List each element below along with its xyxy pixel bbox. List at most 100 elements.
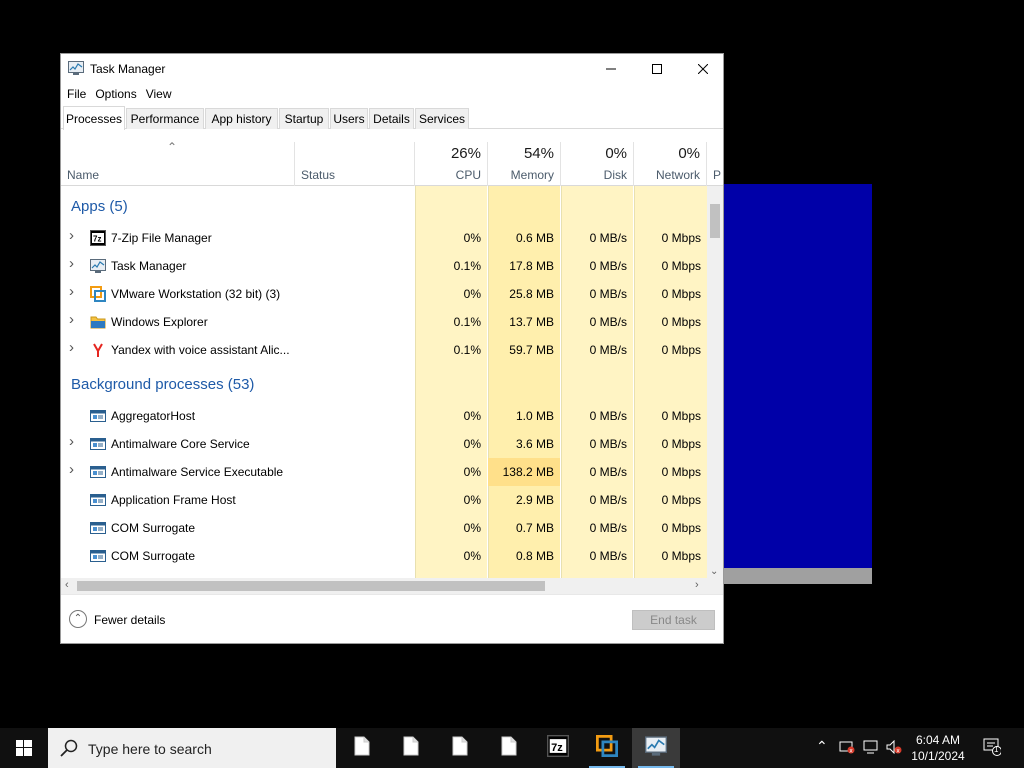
vertical-scroll-thumb[interactable] [710,204,720,238]
process-row[interactable]: › 7z 7-Zip File Manager 0% 0.6 MB 0 MB/s 0 Mbp… [61,224,707,252]
column-name[interactable]: Name [67,168,99,182]
process-row[interactable]: COM Surrogate 0% 0.7 MB 0 MB/s 0 Mbps [61,514,707,542]
chevron-right-icon[interactable]: › [69,227,74,244]
notification-button[interactable]: 1 [983,738,1002,759]
column-divider[interactable] [294,142,295,186]
scroll-down-icon[interactable]: ⌄ [710,566,718,577]
taskbar-app-7zip-icon[interactable]: 7z [534,728,582,768]
chevron-up-icon[interactable]: ⌃ [69,610,87,628]
network-percent[interactable]: 0% [640,145,700,162]
menu-bar: File Options View [61,84,181,104]
start-button[interactable] [0,728,48,768]
chevron-up-icon[interactable]: ⌃ [816,738,828,755]
process-name: Yandex with voice assistant Alic... [111,343,290,357]
chevron-right-icon[interactable]: › [69,283,74,300]
process-row[interactable]: › Windows Explorer 0.1% 13.7 MB 0 MB/s 0 Mbps [61,308,707,336]
column-status[interactable]: Status [301,168,335,182]
taskbar-app-vmware-icon[interactable] [583,728,631,768]
menu-options[interactable]: Options [95,84,141,104]
clock-date: 10/1/2024 [911,749,965,763]
volume-muted-icon[interactable]: x [886,740,902,754]
column-divider[interactable] [560,142,561,186]
close-button[interactable] [680,54,726,84]
service-icon [90,548,106,564]
scroll-right-icon[interactable]: › [695,579,699,591]
tab-users[interactable]: Users [330,108,368,129]
tab-details[interactable]: Details [369,108,414,129]
sort-up-icon[interactable]: ⌃ [167,140,177,154]
device-icon[interactable] [863,740,879,754]
menu-file[interactable]: File [67,84,91,104]
memory-percent[interactable]: 54% [494,145,554,162]
tab-app-history[interactable]: App history [205,108,278,129]
menu-view[interactable]: View [146,84,177,104]
process-name: COM Surrogate [111,549,196,563]
disk-cell: 0 MB/s [589,231,627,245]
process-name: Task Manager [111,259,187,273]
process-row[interactable]: › Antimalware Service Executable 0% 138.2 M… [61,458,707,486]
process-row[interactable]: › VMware Workstation (32 bit) (3) 0% 25.8 M… [61,280,707,308]
title-bar[interactable]: Task Manager [61,54,723,84]
column-memory[interactable]: Memory [494,168,554,182]
cpu-percent[interactable]: 26% [421,145,481,162]
tab-startup[interactable]: Startup [279,108,329,129]
network-cell: 0 Mbps [661,437,701,451]
column-divider[interactable] [414,142,415,186]
disk-cell: 0 MB/s [589,437,627,451]
minimize-button[interactable] [588,54,634,84]
process-row[interactable]: COM Surrogate 0% 0.8 MB 0 MB/s 0 Mbps [61,542,707,570]
taskbar-search[interactable]: Type here to search [48,728,336,768]
column-disk[interactable]: Disk [567,168,627,182]
chevron-right-icon[interactable]: › [69,255,74,272]
column-header: ⌃ Name Status 26% CPU 54% Memory 0% Disk… [61,140,723,186]
clock[interactable]: 6:04 AM 10/1/2024 [906,732,970,764]
end-task-button[interactable]: End task [632,610,715,630]
taskbar-app-task-manager-icon[interactable] [632,728,680,768]
vertical-scrollbar[interactable]: ⌄ [707,186,723,578]
fewer-details-link[interactable]: Fewer details [94,613,165,627]
chevron-right-icon[interactable]: › [69,339,74,356]
tab-bar: Processes Performance App history Startu… [61,106,723,130]
disk-percent[interactable]: 0% [567,145,627,162]
tab-processes[interactable]: Processes [63,106,125,130]
background-window[interactable] [724,184,872,584]
process-row[interactable]: › Yandex with voice assistant Alic... 0.1%… [61,336,707,364]
column-power-partial[interactable]: P [713,168,723,182]
cpu-cell: 0% [463,465,481,479]
7zip-icon: 7z [90,230,106,246]
svg-text:x: x [896,748,900,755]
memory-cell: 0.8 MB [515,549,554,563]
scroll-left-icon[interactable]: ‹ [65,579,69,591]
svg-text:x: x [849,748,853,755]
memory-cell: 0.6 MB [515,231,554,245]
chevron-right-icon[interactable]: › [69,311,74,328]
column-network[interactable]: Network [640,168,700,182]
process-name: Application Frame Host [111,493,236,507]
network-error-icon[interactable]: x [839,740,855,754]
process-list: Apps (5) › 7z 7-Zip File Manager 0% 0.6 MB 0 M… [61,186,707,578]
column-divider[interactable] [487,142,488,186]
taskbar-app-file-icon[interactable] [338,728,386,768]
svg-text:7z: 7z [551,741,563,753]
maximize-button[interactable] [634,54,680,84]
chevron-right-icon[interactable]: › [69,433,74,450]
tab-performance[interactable]: Performance [126,108,204,129]
yandex-icon [90,342,106,358]
process-row[interactable]: › Antimalware Core Service 0% 3.6 MB 0 MB/s 0… [61,430,707,458]
horizontal-scroll-thumb[interactable] [77,581,545,591]
taskbar-app-file-icon[interactable] [436,728,484,768]
taskbar: Type here to search 7z ⌃ x x 6:04 AM 10/… [0,728,1024,768]
process-row[interactable]: › Task Manager 0.1% 17.8 MB 0 MB/s 0 Mbps [61,252,707,280]
chevron-right-icon[interactable]: › [69,461,74,478]
search-placeholder: Type here to search [88,741,212,757]
process-row[interactable]: AggregatorHost 0% 1.0 MB 0 MB/s 0 Mbps [61,402,707,430]
cpu-cell: 0% [463,409,481,423]
column-cpu[interactable]: CPU [421,168,481,182]
tab-services[interactable]: Services [415,108,469,129]
taskbar-app-file-icon[interactable] [485,728,533,768]
taskbar-app-file-icon[interactable] [387,728,435,768]
process-row[interactable]: Application Frame Host 0% 2.9 MB 0 MB/s 0 Mb… [61,486,707,514]
column-divider[interactable] [706,142,707,186]
column-divider[interactable] [633,142,634,186]
horizontal-scrollbar[interactable]: ‹ › [61,578,723,594]
